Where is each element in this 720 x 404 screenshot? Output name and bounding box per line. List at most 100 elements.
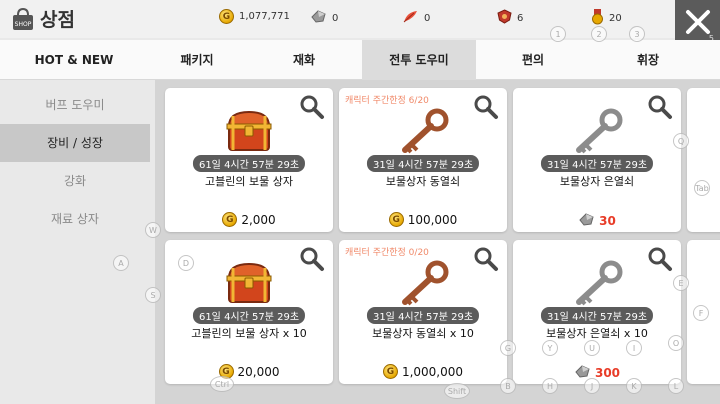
tab-combat-helper[interactable]: 전투 도우미 bbox=[362, 40, 476, 80]
key-hint: H bbox=[542, 378, 558, 394]
magnifier-icon[interactable] bbox=[647, 94, 673, 120]
gold-currency: G 1,077,771 bbox=[219, 9, 290, 24]
key-hint: Tab bbox=[694, 180, 710, 196]
key-hint: S bbox=[145, 287, 161, 303]
item-price: G 100,000 bbox=[339, 212, 507, 227]
item-name: 보물상자 은열쇠 bbox=[559, 175, 635, 188]
item-card[interactable]: 31일 4시간 57분 29초 보물상자 은열쇠 30 bbox=[513, 88, 681, 232]
gold-coin-icon: G bbox=[219, 9, 234, 24]
sidebar-item-buff-helper[interactable]: 버프 도우미 bbox=[0, 86, 150, 124]
item-card[interactable]: 캐릭터 주간한정 6/20 31일 4시간 57분 29초 보물상자 동열쇠 G… bbox=[339, 88, 507, 232]
tab-package[interactable]: 패키지 bbox=[148, 40, 246, 80]
item-card[interactable]: 캐릭터 주간한정 0/20 31일 4시간 57분 29초 보물상자 동열쇠 x… bbox=[339, 240, 507, 384]
key-hint: K bbox=[626, 378, 642, 394]
silver-gem-icon bbox=[578, 212, 595, 230]
key-hint: A bbox=[113, 255, 129, 271]
key-hint: Ctrl bbox=[210, 376, 234, 392]
sale-timer: 31일 4시간 57분 29초 bbox=[540, 307, 654, 324]
weekly-limit-label: 캐릭터 주간한정 6/20 bbox=[345, 96, 429, 106]
price-value: 2,000 bbox=[241, 212, 276, 227]
sale-timer: 61일 4시간 57분 29초 bbox=[192, 155, 306, 172]
emblem-badge-icon bbox=[497, 9, 512, 27]
gem-currency: 0 bbox=[310, 9, 338, 27]
feather-currency: 0 bbox=[402, 9, 430, 27]
page-title: 상점 bbox=[40, 9, 75, 31]
tab-hot-new[interactable]: HOT & NEW bbox=[0, 40, 148, 80]
silver-key-icon bbox=[567, 258, 627, 308]
close-icon bbox=[685, 10, 710, 34]
magnifier-icon[interactable] bbox=[299, 246, 325, 272]
item-card[interactable]: 61일 4시간 57분 29초 고블린의 보물 상자 G 2,000 bbox=[165, 88, 333, 232]
key-hint: Shift bbox=[444, 383, 470, 399]
emblem-amount: 6 bbox=[517, 12, 524, 24]
gem-amount: 0 bbox=[332, 12, 339, 24]
price-value: 20,000 bbox=[237, 364, 280, 379]
tab-convenience[interactable]: 편의 bbox=[476, 40, 590, 80]
key-hint: G bbox=[500, 340, 516, 356]
gold-coin-icon: G bbox=[388, 212, 404, 227]
sale-timer: 31일 4시간 57분 29초 bbox=[366, 155, 480, 172]
bronze-key-icon bbox=[393, 258, 453, 308]
magnifier-icon[interactable] bbox=[647, 246, 673, 272]
item-price: G 1,000,000 bbox=[339, 364, 507, 379]
item-card[interactable]: 31일 4시간 57분 29초 보물상자 은열쇠 x 10 300 bbox=[513, 240, 681, 384]
sidebar-item-equipment-growth[interactable]: 장비 / 성장 bbox=[0, 124, 150, 162]
emblem-currency: 6 bbox=[497, 9, 523, 27]
medal-currency: 20 bbox=[591, 9, 622, 28]
tab-emblem[interactable]: 휘장 bbox=[590, 40, 706, 80]
price-value: 100,000 bbox=[407, 212, 458, 227]
key-hint: E bbox=[673, 275, 689, 291]
key-hint: 2 bbox=[591, 26, 607, 42]
gold-amount: 1,077,771 bbox=[239, 11, 290, 22]
sale-timer: 31일 4시간 57분 29초 bbox=[366, 307, 480, 324]
key-hint: D bbox=[178, 255, 194, 271]
item-name: 보물상자 동열쇠 x 10 bbox=[372, 327, 474, 340]
magnifier-icon[interactable] bbox=[299, 94, 325, 120]
top-bar: SHOP 상점 G 1,077,771 0 0 6 20 bbox=[0, 0, 720, 38]
key-hint: B bbox=[500, 378, 516, 394]
magnifier-icon[interactable] bbox=[473, 246, 499, 272]
gold-coin-icon: G bbox=[222, 212, 238, 227]
key-hint: J bbox=[584, 378, 600, 394]
price-value: 1,000,000 bbox=[401, 364, 464, 379]
sale-timer: 61일 4시간 57분 29초 bbox=[192, 307, 306, 324]
key-hint: O bbox=[668, 335, 684, 351]
category-tabs: HOT & NEW 패키지 재화 전투 도우미 편의 휘장 bbox=[0, 40, 720, 80]
key-hint: L bbox=[668, 378, 684, 394]
key-hint: W bbox=[145, 222, 161, 238]
item-name: 보물상자 동열쇠 bbox=[385, 175, 461, 188]
silver-gem-icon bbox=[310, 9, 327, 27]
item-card-partial[interactable] bbox=[687, 88, 720, 232]
close-button[interactable]: 5 bbox=[675, 0, 720, 44]
shop-title: SHOP 상점 bbox=[10, 5, 75, 32]
item-price: G 20,000 bbox=[165, 364, 333, 379]
feather-amount: 0 bbox=[424, 12, 431, 24]
treasure-chest-icon bbox=[219, 106, 279, 156]
bronze-key-icon bbox=[393, 106, 453, 156]
item-price: G 2,000 bbox=[165, 212, 333, 227]
item-price: 30 bbox=[513, 212, 681, 230]
sidebar-item-enhance[interactable]: 강화 bbox=[0, 162, 150, 200]
item-name: 고블린의 보물 상자 bbox=[205, 175, 293, 188]
silver-key-icon bbox=[567, 106, 627, 156]
gold-coin-icon: G bbox=[382, 364, 398, 379]
price-value: 300 bbox=[594, 366, 621, 380]
key-hint: 3 bbox=[629, 26, 645, 42]
key-hint: F bbox=[693, 305, 709, 321]
key-hint: U bbox=[584, 340, 600, 356]
sale-timer: 31일 4시간 57분 29초 bbox=[540, 155, 654, 172]
item-name: 고블린의 보물 상자 x 10 bbox=[191, 327, 307, 340]
key-hint: 1 bbox=[550, 26, 566, 42]
treasure-chest-icon bbox=[219, 258, 279, 308]
red-feather-icon bbox=[402, 9, 419, 27]
tab-currency[interactable]: 재화 bbox=[246, 40, 362, 80]
medal-amount: 20 bbox=[609, 13, 622, 24]
svg-text:SHOP: SHOP bbox=[15, 21, 32, 28]
shop-bag-icon: SHOP bbox=[10, 6, 36, 32]
key-hint: Q bbox=[673, 133, 689, 149]
weekly-limit-label: 캐릭터 주간한정 0/20 bbox=[345, 248, 429, 258]
magnifier-icon[interactable] bbox=[473, 94, 499, 120]
sidebar-item-material-box[interactable]: 재료 상자 bbox=[0, 200, 150, 238]
price-value: 30 bbox=[599, 214, 616, 228]
sidebar: 버프 도우미 장비 / 성장 강화 재료 상자 bbox=[0, 86, 150, 404]
